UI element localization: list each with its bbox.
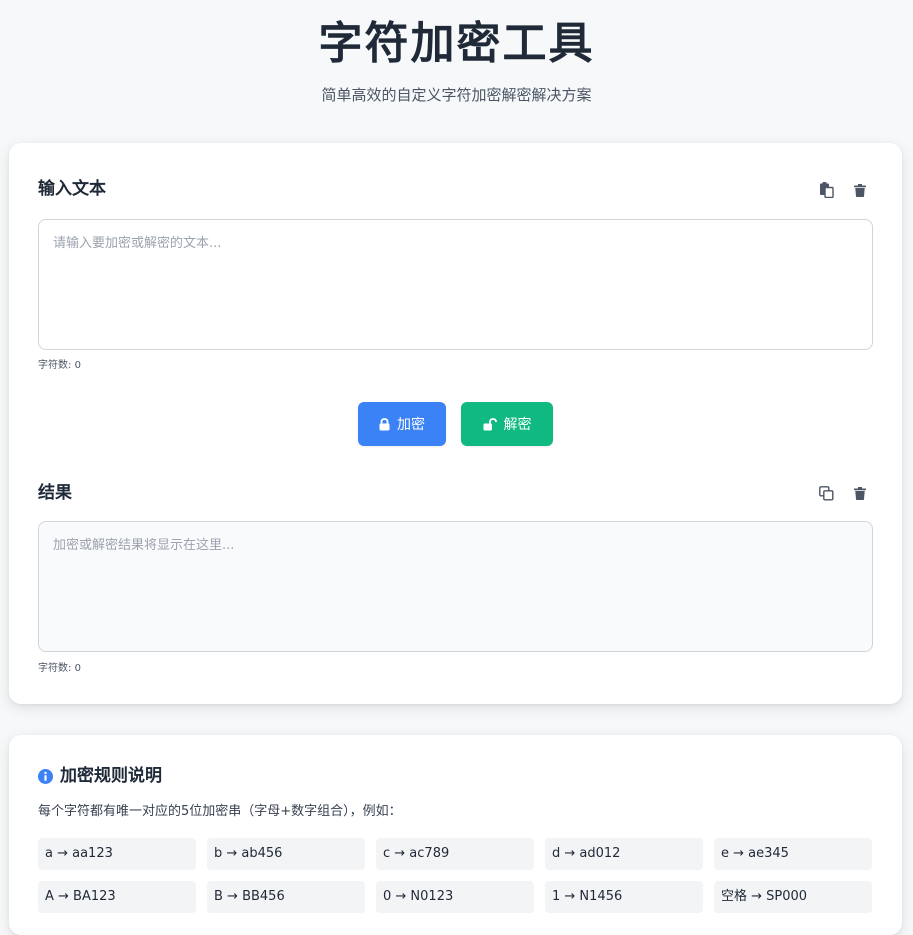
example-item: 0 → N0123: [376, 881, 534, 913]
result-char-count: 字符数: 0: [38, 662, 81, 676]
copy-icon: [818, 485, 834, 501]
paste-icon: [819, 182, 834, 198]
main-card: 输入文本 字符数: 0 加密 解密 结果: [9, 143, 902, 704]
input-textarea[interactable]: [38, 219, 873, 350]
examples-grid: a → aa123 b → ab456 c → ac789 d → ad012 …: [38, 838, 873, 913]
example-item: 空格 → SP000: [714, 881, 872, 913]
paste-button[interactable]: [815, 179, 837, 201]
rules-title: 加密规则说明: [38, 764, 162, 788]
copy-result-button[interactable]: [815, 482, 837, 504]
example-item: e → ae345: [714, 838, 872, 870]
example-item: d → ad012: [545, 838, 703, 870]
clear-result-button[interactable]: [849, 482, 871, 504]
info-icon: [38, 768, 53, 784]
lock-icon: [379, 417, 390, 430]
result-char-count-value: 0: [74, 663, 81, 674]
encrypt-button[interactable]: 加密: [358, 402, 446, 446]
result-textarea[interactable]: [38, 521, 873, 652]
trash-icon: [854, 486, 866, 500]
rules-title-text: 加密规则说明: [60, 766, 162, 786]
result-section-title: 结果: [38, 483, 72, 503]
page-subtitle: 简单高效的自定义字符加密解密解决方案: [321, 86, 592, 104]
clear-input-button[interactable]: [849, 179, 871, 201]
example-item: 1 → N1456: [545, 881, 703, 913]
input-char-count: 字符数: 0: [38, 359, 81, 373]
decrypt-button-label: 解密: [503, 417, 532, 433]
example-item: A → BA123: [38, 881, 196, 913]
example-item: a → aa123: [38, 838, 196, 870]
example-item: b → ab456: [207, 838, 365, 870]
input-char-count-label: 字符数:: [38, 360, 75, 371]
rules-card: 加密规则说明 每个字符都有唯一对应的5位加密串（字母+数字组合），例如： a →…: [9, 735, 902, 935]
page-title: 字符加密工具: [318, 18, 595, 69]
example-item: B → BB456: [207, 881, 365, 913]
trash-icon: [854, 183, 866, 197]
rules-description: 每个字符都有唯一对应的5位加密串（字母+数字组合），例如：: [38, 804, 402, 819]
decrypt-button[interactable]: 解密: [461, 402, 553, 446]
example-item: c → ac789: [376, 838, 534, 870]
input-section-title: 输入文本: [38, 179, 106, 199]
encrypt-button-label: 加密: [397, 417, 425, 433]
result-char-count-label: 字符数:: [38, 663, 75, 674]
unlock-icon: [483, 417, 497, 430]
input-char-count-value: 0: [74, 360, 81, 371]
